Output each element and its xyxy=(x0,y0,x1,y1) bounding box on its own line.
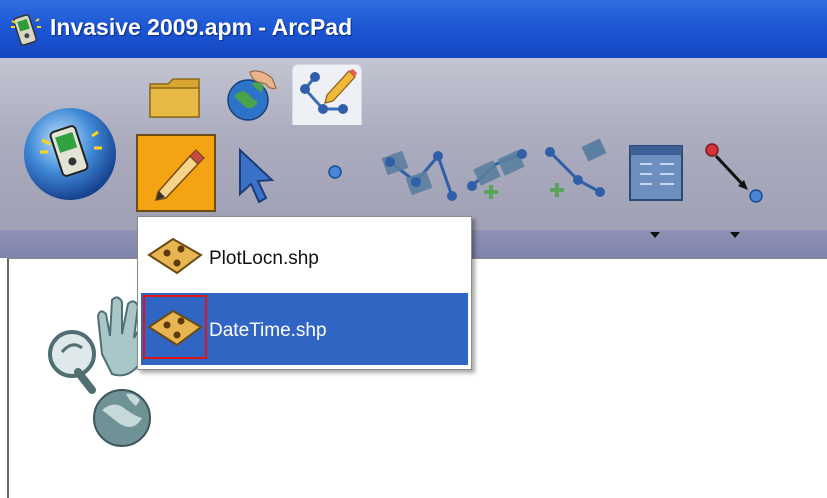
attributes-dropdown-arrow[interactable] xyxy=(650,232,660,238)
select-arrow-icon xyxy=(239,147,275,204)
segment-icon xyxy=(705,143,763,203)
menu-item-label: PlotLocn.shp xyxy=(209,248,319,269)
point-tool-button[interactable] xyxy=(318,134,352,214)
window-title: Invasive 2009.apm - ArcPad xyxy=(50,14,353,40)
layer-dropdown-menu: PlotLocn.shp DateTime.shp xyxy=(137,216,472,370)
point-icon xyxy=(328,165,342,179)
menu-item-plotlocn[interactable]: PlotLocn.shp xyxy=(141,221,468,293)
menu-item-label: DateTime.shp xyxy=(209,320,327,341)
edit-tools-icon xyxy=(300,69,357,114)
attributes-table-icon xyxy=(629,145,683,201)
move-vertex-tool-button[interactable] xyxy=(540,134,616,214)
globe-hand-icon xyxy=(227,70,277,121)
gps-device-icon[interactable] xyxy=(22,106,118,202)
pencil-tool-button[interactable] xyxy=(136,134,216,212)
toolbar-tab-strip xyxy=(0,58,827,124)
add-vertex-icon xyxy=(381,150,457,201)
move-vertex-icon xyxy=(545,138,607,197)
select-tool-button[interactable] xyxy=(226,134,282,214)
menu-item-datetime[interactable]: DateTime.shp xyxy=(141,293,468,365)
segment-dropdown-arrow[interactable] xyxy=(730,232,740,238)
folder-icon xyxy=(149,78,200,118)
zoom-icon[interactable] xyxy=(48,330,96,394)
globe-icon[interactable] xyxy=(93,389,151,447)
pencil-icon xyxy=(154,149,205,201)
attributes-tool-button[interactable] xyxy=(622,134,690,214)
insert-vertex-tool-button[interactable] xyxy=(462,134,540,214)
arcpad-app-icon xyxy=(11,14,41,46)
tab-folder[interactable] xyxy=(142,64,210,124)
add-vertex-tool-button[interactable] xyxy=(380,134,462,214)
title-bar: Invasive 2009.apm - ArcPad xyxy=(0,0,827,58)
shapefile-layer-icon xyxy=(147,309,203,347)
tab-edit[interactable] xyxy=(292,64,362,125)
shapefile-layer-icon xyxy=(147,237,203,275)
insert-vertex-icon xyxy=(467,149,527,199)
segment-tool-button[interactable] xyxy=(698,134,768,214)
tab-navigation[interactable] xyxy=(218,64,286,124)
